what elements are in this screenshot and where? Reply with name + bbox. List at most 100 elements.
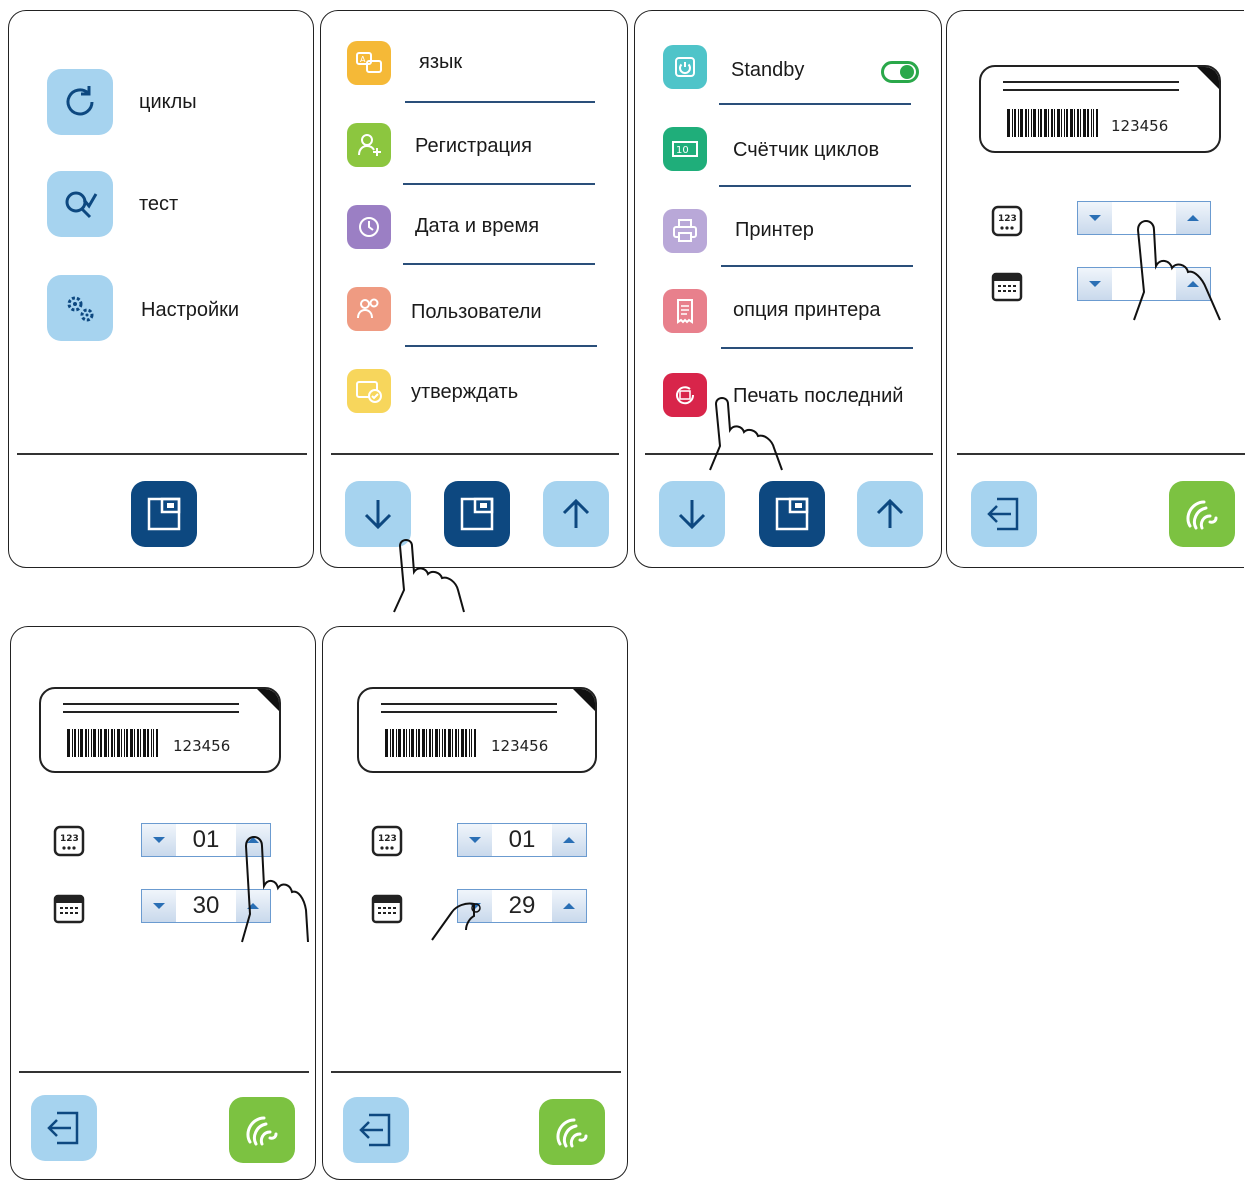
decrease-button[interactable]	[142, 890, 176, 922]
scroll-up-button[interactable]	[857, 481, 923, 547]
increase-button[interactable]	[236, 824, 270, 856]
label-corner	[1197, 67, 1219, 89]
label-line	[1003, 89, 1179, 91]
screen-print-label-2: 123456 123 01 30	[10, 626, 316, 1180]
print-last-icon	[676, 386, 695, 405]
barcode-bar	[116, 729, 120, 757]
barcode-bar	[80, 729, 83, 757]
menu-standby-button[interactable]	[663, 45, 707, 89]
settings-icon	[67, 296, 94, 322]
menu-test-button[interactable]	[47, 171, 113, 237]
barcode-bar	[1056, 109, 1060, 137]
barcode-bar	[1040, 109, 1042, 137]
menu-language-button[interactable]: A	[347, 41, 391, 85]
back-button[interactable]	[343, 1097, 409, 1163]
barcode-bar	[67, 729, 70, 757]
home-icon	[775, 497, 809, 531]
menu-counter-button[interactable]: 10	[663, 127, 707, 171]
barcode-bar	[1093, 109, 1094, 137]
scroll-down-button[interactable]	[659, 481, 725, 547]
label-line	[381, 703, 557, 705]
divider	[17, 453, 307, 455]
barcode-bar	[1054, 109, 1055, 137]
print-button[interactable]	[539, 1099, 605, 1165]
decrease-button[interactable]	[1078, 268, 1112, 300]
barcode-bar	[460, 729, 464, 757]
decrease-button[interactable]	[142, 824, 176, 856]
barcode-bar	[1024, 109, 1027, 137]
scroll-down-button[interactable]	[345, 481, 411, 547]
barcode-bar	[1050, 109, 1053, 137]
label-preview: 123456	[979, 65, 1221, 153]
barcode-bar	[392, 729, 394, 757]
barcode-bar	[77, 729, 79, 757]
receipt-icon	[677, 299, 693, 324]
copies-stepper[interactable]: 01	[141, 823, 271, 857]
menu-print-last-button[interactable]	[663, 373, 707, 417]
svg-text:10: 10	[676, 145, 689, 156]
print-button[interactable]	[229, 1097, 295, 1163]
decrease-button[interactable]	[1078, 202, 1112, 234]
increase-button[interactable]	[552, 824, 586, 856]
barcode-bar	[126, 729, 128, 757]
decrease-button[interactable]	[458, 824, 492, 856]
home-button[interactable]	[444, 481, 510, 547]
barcode-bar	[452, 729, 453, 757]
increase-button[interactable]	[1176, 268, 1210, 300]
date-stepper[interactable]	[1077, 267, 1211, 301]
screen-print-label-3: 123456 123 01 29	[322, 626, 628, 1180]
back-arrow-icon	[359, 1113, 391, 1147]
barcode-bar	[74, 729, 76, 757]
copies-stepper[interactable]	[1077, 201, 1211, 235]
language-icon: A	[356, 52, 382, 73]
barcode-bar	[465, 729, 467, 757]
increase-button[interactable]	[236, 890, 270, 922]
barcode-bar	[395, 729, 397, 757]
menu-test-label: тест	[139, 193, 179, 215]
copies-stepper[interactable]: 01	[457, 823, 587, 857]
menu-registration-label: Регистрация	[415, 135, 532, 157]
menu-users-label: Пользователи	[411, 301, 542, 323]
divider	[957, 453, 1245, 455]
barcode-bar	[1069, 109, 1073, 137]
divider	[331, 453, 619, 455]
copies-icon: 123	[53, 825, 85, 857]
home-icon	[147, 497, 181, 531]
separator	[405, 345, 597, 347]
home-icon	[460, 497, 494, 531]
barcode-bar	[432, 729, 433, 757]
barcode-bar	[389, 729, 391, 757]
clock-icon	[359, 217, 379, 237]
arrow-up-icon	[562, 498, 590, 528]
increase-button[interactable]	[552, 890, 586, 922]
print-button[interactable]	[1169, 481, 1235, 547]
increase-button[interactable]	[1176, 202, 1210, 234]
back-button[interactable]	[971, 481, 1037, 547]
barcode-bar	[408, 729, 410, 757]
date-stepper[interactable]: 29	[457, 889, 587, 923]
barcode	[67, 729, 159, 757]
scroll-up-button[interactable]	[543, 481, 609, 547]
home-button[interactable]	[131, 481, 197, 547]
copies-icon: 123	[371, 825, 403, 857]
barcode-bar	[1063, 109, 1065, 137]
barcode-bar	[411, 729, 414, 757]
barcode-bar	[1020, 109, 1023, 137]
label-line	[381, 711, 557, 713]
barcode-bar	[439, 729, 440, 757]
home-button[interactable]	[759, 481, 825, 547]
menu-printer-button[interactable]	[663, 209, 707, 253]
menu-datetime-button[interactable]	[347, 205, 391, 249]
menu-registration-button[interactable]	[347, 123, 391, 167]
menu-approve-button[interactable]	[347, 369, 391, 413]
standby-toggle[interactable]	[881, 61, 919, 83]
back-button[interactable]	[31, 1095, 97, 1161]
menu-printer-options-button[interactable]	[663, 289, 707, 333]
menu-standby-label: Standby	[731, 59, 805, 81]
menu-users-button[interactable]	[347, 287, 391, 331]
menu-settings-button[interactable]	[47, 275, 113, 341]
menu-cycles-button[interactable]	[47, 69, 113, 135]
date-stepper[interactable]: 30	[141, 889, 271, 923]
svg-text:123: 123	[378, 834, 397, 844]
decrease-button[interactable]	[458, 890, 492, 922]
